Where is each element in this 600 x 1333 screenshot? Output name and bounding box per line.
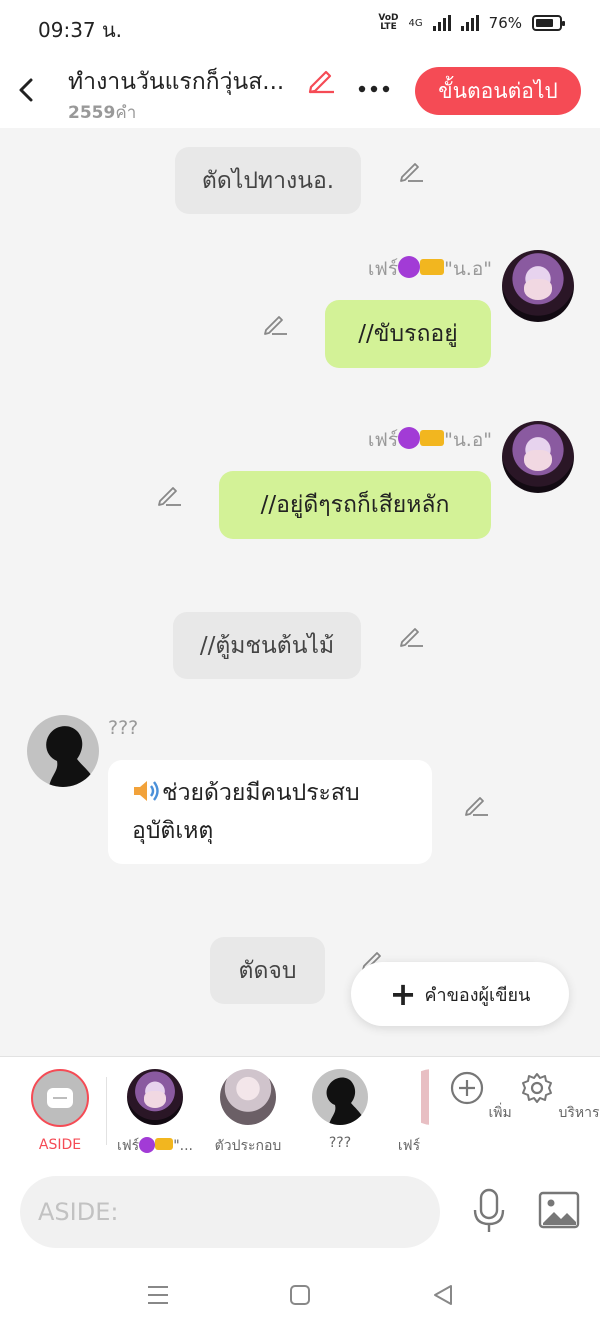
manage-button[interactable]: บริหาร — [520, 1069, 599, 1124]
network-label: 4G — [408, 17, 423, 29]
avatar[interactable] — [502, 250, 574, 322]
character-extra[interactable]: ตัวประกอบ — [206, 1069, 290, 1157]
edit-title-pencil-icon[interactable] — [306, 64, 336, 94]
add-label: เพิ่ม — [488, 1105, 512, 1121]
pencil-icon[interactable] — [398, 157, 424, 183]
devil-emoji-icon — [139, 1137, 156, 1153]
character-label: ตัวประกอบ — [214, 1138, 282, 1154]
mic-icon[interactable] — [470, 1188, 508, 1234]
devil-emoji-icon — [398, 427, 421, 449]
speaker-name: เฟร์ "น.อ" — [368, 425, 492, 455]
crown-emoji-icon — [420, 430, 445, 446]
character-bar: ASIDE เฟร์ "... ตัวประกอบ ??? เฟร์ เพิ่ม … — [0, 1056, 600, 1166]
character-avatar — [312, 1069, 368, 1125]
message-text: ช่วยด้วยมีคนประสบ — [162, 780, 360, 806]
message-text: //อยู่ดีๆรถก็เสียหลัก — [260, 492, 450, 518]
speaker-name-text: เฟร์ — [367, 429, 399, 451]
word-count-number: 2559 — [68, 103, 116, 123]
chat-area[interactable]: ตัดไปทางนอ. เฟร์ "น.อ" //ขับรถอยู่ เฟร์ "น… — [0, 128, 600, 1056]
signal-icon — [432, 15, 451, 31]
speaker-name-text: เฟร์ — [367, 258, 399, 280]
author-note-label: คำของผู้เขียน — [424, 984, 531, 1006]
speaker-name-suffix: "น.อ" — [444, 258, 492, 280]
message-line: อุบัติเหตุ — [132, 812, 213, 850]
battery-percent: 76% — [488, 14, 522, 32]
input-area — [0, 1166, 600, 1258]
system-nav-bar — [0, 1258, 600, 1333]
character-label: ??? — [328, 1135, 352, 1151]
message-text: //ตู้มชนต้นไม้ — [199, 632, 335, 659]
signal-icon-2 — [460, 15, 479, 31]
avatar[interactable] — [502, 421, 574, 493]
speaker-name: ??? — [108, 717, 139, 739]
character-label-suffix: "... — [173, 1138, 193, 1154]
pencil-icon[interactable] — [156, 481, 182, 507]
character-label: เฟร์ "... — [116, 1137, 193, 1154]
volte-icon: VoD LTE — [378, 13, 399, 32]
character-unknown[interactable]: ??? — [304, 1069, 376, 1151]
silhouette-icon — [46, 726, 97, 787]
word-count: 2559คำ — [68, 99, 136, 126]
character-aside[interactable]: ASIDE — [20, 1069, 100, 1153]
speaker-name: เฟร์ "น.อ" — [368, 254, 492, 284]
divider — [106, 1077, 107, 1145]
character-bubble[interactable]: //ขับรถอยู่ — [325, 300, 491, 368]
devil-emoji-icon — [398, 256, 421, 278]
message-text: ตัดจบ — [238, 957, 297, 984]
silhouette-icon — [326, 1077, 366, 1125]
status-time: 09:37 น. — [38, 18, 123, 42]
gear-icon — [522, 1073, 552, 1103]
page-title: ทำงานวันแรกก็วุ่นส... — [68, 69, 285, 95]
add-character-button[interactable]: เพิ่ม — [450, 1069, 512, 1124]
pencil-icon[interactable] — [262, 310, 288, 336]
character-label-text: เฟร์ — [116, 1138, 140, 1154]
image-icon[interactable] — [538, 1191, 580, 1229]
message-text: //ขับรถอยู่ — [358, 321, 458, 347]
message-text: ตัดไปทางนอ. — [201, 167, 335, 194]
character-avatar — [404, 1069, 430, 1125]
back-triangle-icon[interactable] — [428, 1280, 458, 1310]
word-count-unit: คำ — [115, 103, 137, 123]
next-step-button[interactable]: ขั้นตอนต่อไป — [415, 67, 581, 115]
battery-icon — [532, 15, 565, 31]
message-text: อุบัติเหตุ — [132, 818, 214, 844]
author-note-button[interactable]: + คำของผู้เขียน — [351, 962, 569, 1026]
character-avatar — [127, 1069, 183, 1125]
back-icon[interactable] — [12, 72, 42, 108]
speaker-name-suffix: "น.อ" — [444, 429, 492, 451]
aside-icon — [31, 1069, 89, 1127]
character-fer-2[interactable]: เฟร์ — [388, 1069, 430, 1157]
character-bubble[interactable]: //อยู่ดีๆรถก็เสียหลัก — [219, 471, 491, 539]
narration-bubble[interactable]: //ตู้มชนต้นไม้ — [173, 612, 361, 679]
status-bar: 09:37 น. VoD LTE 4G 76% — [0, 0, 600, 52]
character-fer[interactable]: เฟร์ "... — [112, 1069, 198, 1157]
more-icon[interactable] — [354, 74, 394, 104]
crown-emoji-icon — [420, 259, 445, 275]
pencil-icon[interactable] — [398, 622, 424, 648]
status-icons: VoD LTE 4G 76% — [378, 13, 565, 32]
add-circle-icon — [450, 1071, 484, 1105]
menu-icon[interactable] — [143, 1280, 173, 1310]
character-label: ASIDE — [38, 1137, 82, 1153]
narration-bubble[interactable]: ตัดไปทางนอ. — [175, 147, 361, 214]
manage-label: บริหาร — [558, 1105, 600, 1121]
character-bubble[interactable]: ช่วยด้วยมีคนประสบ อุบัติเหตุ — [108, 760, 432, 864]
narration-bubble[interactable]: ตัดจบ — [210, 937, 325, 1004]
crown-emoji-icon — [155, 1138, 174, 1150]
aside-card-icon — [47, 1088, 73, 1108]
header: ทำงานวันแรกก็วุ่นส... 2559คำ ขั้นตอนต่อไ… — [0, 52, 600, 128]
speaker-icon — [134, 781, 159, 801]
avatar[interactable] — [27, 715, 99, 787]
message-line: ช่วยด้วยมีคนประสบ — [132, 774, 360, 812]
character-label: เฟร์ — [397, 1138, 421, 1154]
plus-icon: + — [389, 975, 417, 1013]
character-avatar — [220, 1069, 276, 1125]
home-icon[interactable] — [285, 1280, 315, 1310]
battery-fill — [536, 19, 553, 27]
pencil-icon[interactable] — [463, 791, 489, 817]
message-input[interactable] — [20, 1176, 440, 1248]
